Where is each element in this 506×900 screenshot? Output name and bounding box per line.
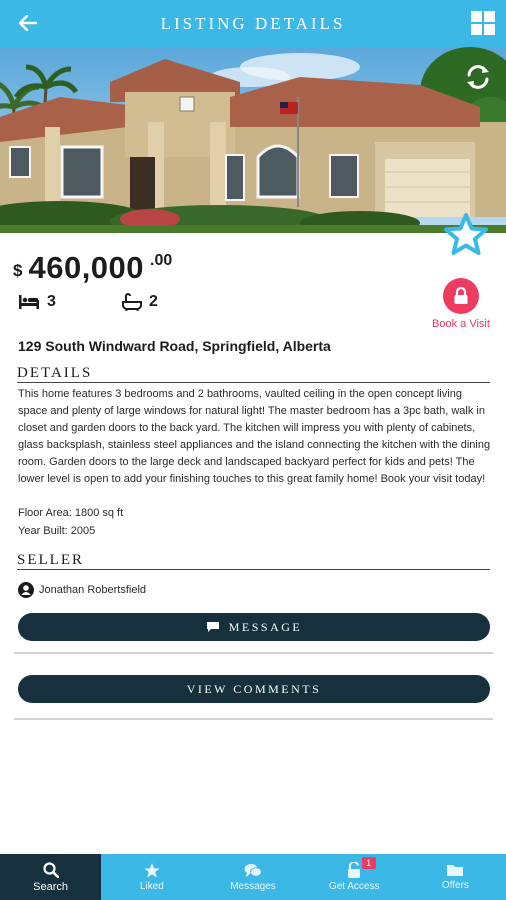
grid-icon[interactable] <box>471 11 495 35</box>
message-icon <box>206 622 219 632</box>
seller-info: Jonathan Robertsfield <box>18 582 146 598</box>
refresh-icon[interactable] <box>464 63 492 91</box>
price-cents: .00 <box>150 252 173 269</box>
price-amount: 460,000 <box>28 250 145 285</box>
divider <box>14 652 493 654</box>
year-built: Year Built: 2005 <box>18 525 96 537</box>
tab-get-access-label: Get Access <box>328 881 380 892</box>
listing-photo[interactable] <box>0 47 506 233</box>
bed-icon <box>19 295 39 309</box>
price-currency: $ <box>13 261 23 280</box>
tab-search-label: Search <box>33 880 69 893</box>
seller-name: Jonathan Robertsfield <box>39 584 147 596</box>
listing-price: $ 460,000 .00 <box>13 250 172 286</box>
view-comments-label: View Comments <box>186 681 322 696</box>
bedroom-count: 3 <box>47 293 56 310</box>
lock-icon <box>454 287 468 304</box>
notification-badge: 1 <box>361 857 376 869</box>
message-button[interactable]: Message <box>18 613 490 641</box>
book-visit-label: Book a Visit <box>432 318 490 330</box>
back-button[interactable] <box>14 9 42 37</box>
listing-address: 129 South Windward Road, Springfield, Al… <box>18 338 331 354</box>
tab-offers[interactable]: Offers <box>405 854 506 900</box>
top-bar: Listing Details <box>0 0 506 47</box>
arrow-left-icon <box>19 15 37 31</box>
book-visit-button[interactable]: Book a Visit <box>424 278 498 330</box>
tab-liked-label: Liked <box>139 880 164 892</box>
page-title: Listing Details <box>160 13 346 33</box>
chat-icon <box>244 863 262 877</box>
tab-search[interactable]: Search <box>0 854 102 900</box>
tab-messages[interactable]: Messages <box>202 854 303 900</box>
bathroom-count: 2 <box>149 293 158 310</box>
floor-area: Floor Area: 1800 sq ft <box>18 507 124 519</box>
user-circle-icon <box>18 582 34 598</box>
bathtub-icon <box>122 293 142 311</box>
unlock-icon <box>348 862 361 878</box>
star-icon <box>144 862 160 877</box>
search-icon <box>42 861 59 878</box>
app: Listing Details <box>0 0 506 900</box>
message-button-label: Message <box>228 619 303 634</box>
details-heading: Details <box>17 365 490 383</box>
tab-messages-label: Messages <box>230 880 276 892</box>
folder-icon <box>447 865 464 876</box>
bedrooms: 3 <box>18 293 56 311</box>
tab-get-access[interactable]: Get Access 1 <box>304 854 405 900</box>
favorite-star-icon[interactable] <box>443 212 489 256</box>
book-visit-circle[interactable] <box>443 278 479 314</box>
bathrooms: 2 <box>122 293 158 311</box>
seller-heading: Seller <box>17 552 490 570</box>
view-comments-button[interactable]: View Comments <box>18 675 490 703</box>
divider <box>14 718 493 720</box>
tab-liked[interactable]: Liked <box>101 854 202 900</box>
tab-offers-label: Offers <box>441 880 469 891</box>
listing-description: This home features 3 bedrooms and 2 bath… <box>18 388 491 485</box>
bottom-nav: Search Liked Messages Get Access 1 Offer… <box>0 854 506 900</box>
